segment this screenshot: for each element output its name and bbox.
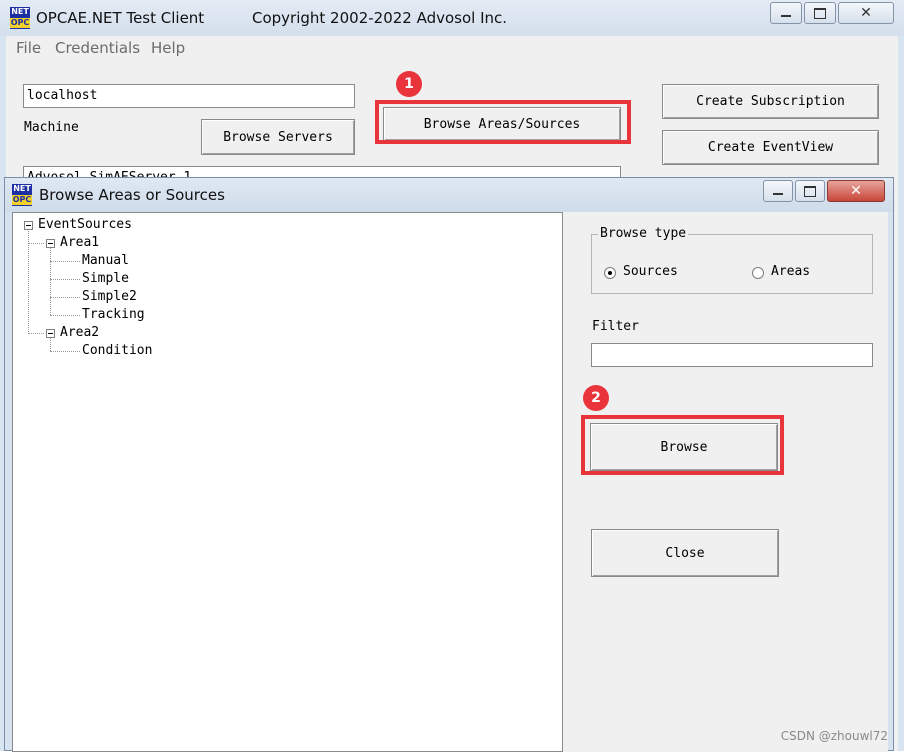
filter-input[interactable]: [591, 343, 873, 367]
radio-areas-label[interactable]: Areas: [771, 264, 810, 279]
tree-node-eventsources[interactable]: EventSources: [38, 217, 132, 232]
tree-collapse-icon[interactable]: [46, 239, 55, 248]
radio-sources[interactable]: [604, 267, 616, 279]
main-title-bar[interactable]: NET OPC OPCAE.NET Test Client Copyright …: [0, 0, 904, 36]
radio-sources-label[interactable]: Sources: [623, 264, 678, 279]
browse-servers-button[interactable]: Browse Servers: [201, 119, 355, 155]
tree-connector: [50, 297, 80, 298]
minimize-icon: [773, 193, 783, 195]
main-close-button[interactable]: ✕: [838, 2, 894, 24]
tree-node-simple[interactable]: Simple: [82, 271, 129, 286]
event-sources-tree[interactable]: EventSources Area1 Manual Simple Simple2…: [12, 212, 563, 752]
tree-connector: [50, 248, 51, 315]
maximize-icon: [814, 7, 826, 19]
tree-connector: [50, 261, 80, 262]
browse-type-group: Browse type Sources Areas: [591, 226, 873, 294]
close-icon: ✕: [850, 183, 862, 199]
tree-node-simple2[interactable]: Simple2: [82, 289, 137, 304]
menu-bar: File Credentials Help: [6, 36, 898, 62]
watermark-text: CSDN @zhouwl72: [780, 729, 888, 743]
minimize-icon: [781, 15, 791, 17]
tree-connector: [50, 279, 80, 280]
tree-node-tracking[interactable]: Tracking: [82, 307, 145, 322]
tree-connector: [28, 243, 44, 244]
dialog-icon-net: NET: [13, 184, 31, 193]
tree-collapse-icon[interactable]: [24, 221, 33, 230]
main-window-title: OPCAE.NET Test Client: [36, 9, 205, 27]
machine-label: Machine: [24, 120, 79, 135]
tree-connector: [50, 351, 80, 352]
tree-node-area1[interactable]: Area1: [60, 235, 99, 250]
radio-areas[interactable]: [752, 267, 764, 279]
app-icon: NET OPC: [10, 7, 30, 29]
create-subscription-button[interactable]: Create Subscription: [662, 84, 879, 119]
dialog-close-button[interactable]: ✕: [827, 180, 885, 202]
main-maximize-button[interactable]: [804, 2, 836, 24]
filter-label: Filter: [592, 319, 639, 334]
annotation-badge-1: 1: [396, 71, 422, 97]
close-icon: ✕: [860, 5, 872, 21]
dialog-body: EventSources Area1 Manual Simple Simple2…: [12, 212, 888, 752]
app-icon-opc: OPC: [10, 18, 30, 28]
annotation-highlight-1: [375, 100, 631, 144]
copyright-text: Copyright 2002-2022 Advosol Inc.: [252, 9, 508, 27]
close-button[interactable]: Close: [591, 529, 779, 577]
dialog-title-bar[interactable]: NET OPC Browse Areas or Sources ✕: [5, 178, 893, 212]
tree-collapse-icon[interactable]: [46, 329, 55, 338]
dialog-icon-opc: OPC: [12, 195, 32, 205]
tree-node-manual[interactable]: Manual: [82, 253, 129, 268]
annotation-highlight-2: [581, 415, 784, 475]
tree-connector: [50, 315, 80, 316]
tree-connector: [50, 338, 51, 351]
dialog-minimize-button[interactable]: [763, 180, 793, 202]
dialog-maximize-button[interactable]: [795, 180, 825, 202]
tree-node-condition[interactable]: Condition: [82, 343, 152, 358]
dialog-app-icon: NET OPC: [12, 184, 32, 206]
tree-connector: [28, 333, 44, 334]
main-minimize-button[interactable]: [770, 2, 802, 24]
create-eventview-button[interactable]: Create EventView: [662, 130, 879, 165]
app-icon-net: NET: [11, 7, 29, 16]
menu-help[interactable]: Help: [151, 39, 185, 57]
menu-file[interactable]: File: [16, 39, 41, 57]
menu-credentials[interactable]: Credentials: [55, 39, 140, 57]
maximize-icon: [804, 185, 816, 197]
browse-type-label: Browse type: [598, 226, 689, 241]
tree-node-area2[interactable]: Area2: [60, 325, 99, 340]
annotation-badge-2: 2: [583, 385, 609, 411]
dialog-title: Browse Areas or Sources: [39, 186, 225, 204]
machine-input[interactable]: localhost: [23, 84, 355, 108]
